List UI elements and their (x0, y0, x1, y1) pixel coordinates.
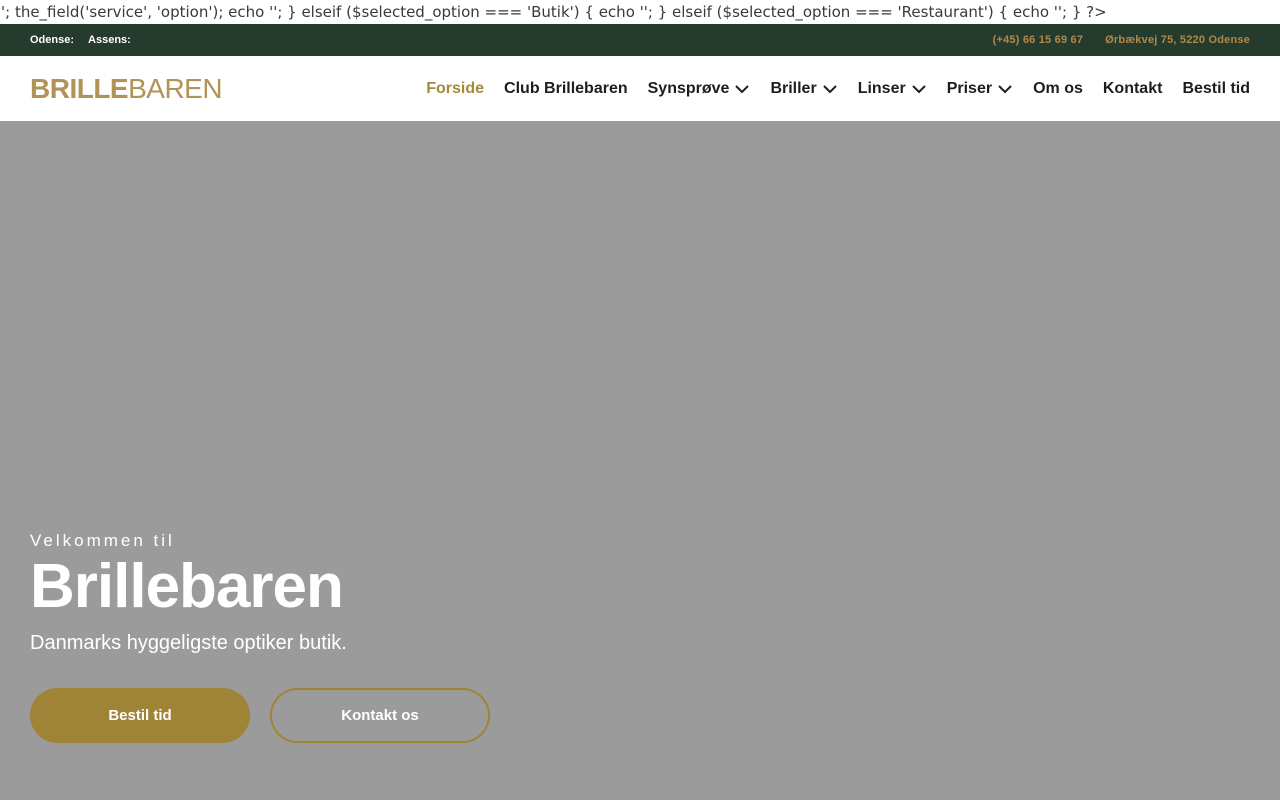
nav-label: Forside (426, 79, 485, 97)
chevron-down-icon (822, 81, 838, 97)
contact-us-button[interactable]: Kontakt os (270, 688, 490, 743)
location-links: Odense: Assens: (30, 34, 145, 46)
main-navigation: Forside Club Brillebaren Synsprøve Brill… (406, 80, 1250, 98)
logo-part-light: BAREN (128, 72, 223, 104)
hero-eyebrow: Velkommen til (30, 531, 175, 550)
brillebaren-logo[interactable]: BRILLE BAREN (30, 72, 223, 104)
nav-label: Synsprøve (647, 79, 730, 97)
location-odense[interactable]: Odense: (30, 34, 74, 46)
nav-item-bestil-tid[interactable]: Bestil tid (1182, 80, 1250, 98)
nav-item-kontakt[interactable]: Kontakt (1103, 80, 1163, 98)
hero-subtitle: Danmarks hyggeligste optiker butik. (30, 632, 347, 654)
nav-label: Briller (770, 79, 817, 97)
location-assens[interactable]: Assens: (88, 34, 131, 46)
nav-label: Bestil tid (1182, 79, 1250, 97)
top-info-bar: Odense: Assens: (+45) 66 15 69 67 Ørbækv… (0, 24, 1280, 56)
nav-item-briller[interactable]: Briller (770, 80, 837, 98)
logo-part-bold: BRILLE (30, 72, 129, 104)
hero-title: Brillebaren (30, 552, 344, 621)
address-link[interactable]: Ørbækvej 75, 5220 Odense (1105, 34, 1250, 46)
nav-label: Club Brillebaren (504, 79, 628, 97)
nav-label: Om os (1033, 79, 1083, 97)
phone-link[interactable]: (+45) 66 15 69 67 (993, 34, 1084, 46)
chevron-down-icon (734, 81, 750, 97)
nav-item-om-os[interactable]: Om os (1033, 80, 1083, 98)
book-appointment-button[interactable]: Bestil tid (30, 688, 250, 743)
nav-item-club-brillebaren[interactable]: Club Brillebaren (504, 80, 628, 98)
nav-item-priser[interactable]: Priser (947, 80, 1013, 98)
php-code-leak-text: '; the_field('service', 'option'); echo … (1, 3, 1107, 21)
contact-info: (+45) 66 15 69 67 Ørbækvej 75, 5220 Oden… (971, 34, 1250, 46)
nav-label: Kontakt (1102, 79, 1163, 97)
nav-item-forside[interactable]: Forside (426, 80, 484, 98)
hero-section: Velkommen til Brillebaren Danmarks hygge… (0, 121, 1280, 800)
nav-item-linser[interactable]: Linser (858, 80, 927, 98)
chevron-down-icon (997, 81, 1013, 97)
nav-label: Priser (946, 79, 993, 97)
site-header: BRILLE BAREN Forside Club Brillebaren Syn… (0, 56, 1280, 121)
chevron-down-icon (911, 81, 927, 97)
nav-item-synsprove[interactable]: Synsprøve (648, 80, 751, 98)
nav-label: Linser (857, 79, 906, 97)
